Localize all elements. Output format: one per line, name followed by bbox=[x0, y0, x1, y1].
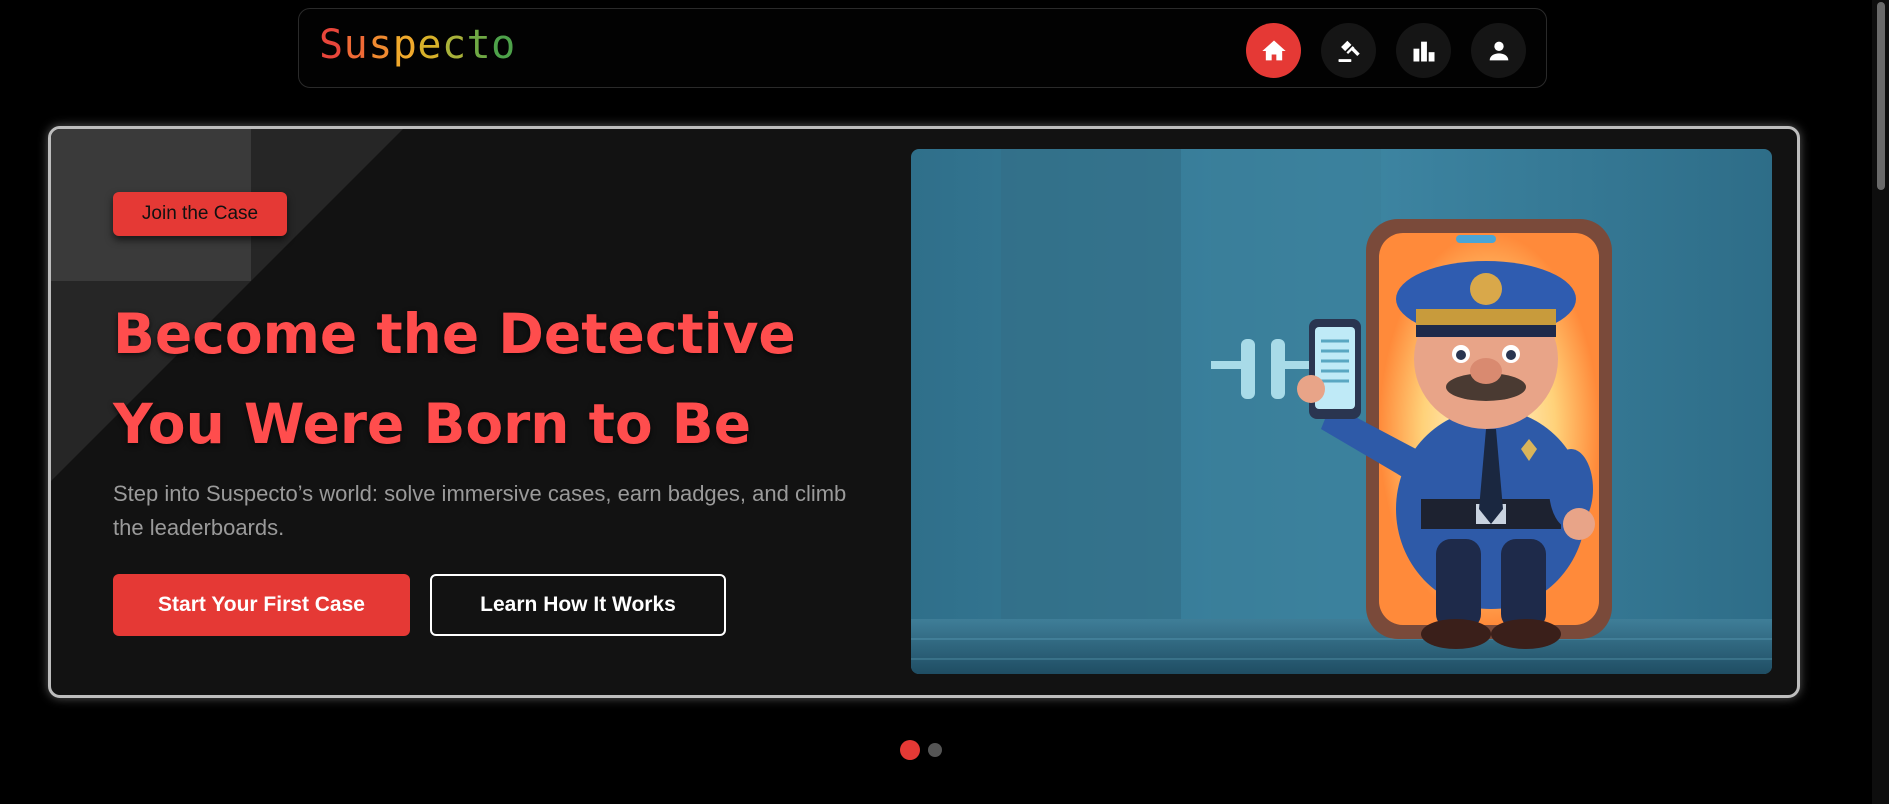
carousel-dot-2[interactable] bbox=[928, 743, 942, 757]
page: Suspecto Join the Case Become the Detect… bbox=[0, 0, 1889, 804]
user-icon bbox=[1489, 41, 1508, 60]
nav-leaderboard-button[interactable] bbox=[1396, 23, 1451, 78]
bar-chart-icon bbox=[1413, 41, 1434, 61]
headline-line-1: Become the Detective bbox=[113, 302, 796, 366]
hero-subtitle: Step into Suspecto’s world: solve immers… bbox=[113, 481, 847, 540]
suspecto-logo[interactable]: Suspecto bbox=[319, 25, 516, 65]
hero-card: Join the Case Become the Detective You W… bbox=[48, 126, 1800, 698]
logo-letter: p bbox=[392, 22, 418, 68]
hero-cta-group: Start Your First Case Learn How It Works bbox=[113, 574, 726, 636]
nav-profile-button[interactable] bbox=[1471, 23, 1526, 78]
nav-home-button[interactable] bbox=[1246, 23, 1301, 78]
carousel-indicators bbox=[900, 740, 942, 760]
page-scrollbar[interactable] bbox=[1872, 0, 1889, 804]
logo-letter: s bbox=[368, 22, 393, 68]
join-the-case-button[interactable]: Join the Case bbox=[113, 192, 287, 236]
carousel-dot-1[interactable] bbox=[900, 740, 920, 760]
gavel-icon bbox=[1338, 40, 1360, 62]
learn-how-it-works-button[interactable]: Learn How It Works bbox=[430, 574, 726, 636]
hero-headline: Become the Detective You Were Born to Be bbox=[113, 289, 796, 469]
start-first-case-button[interactable]: Start Your First Case bbox=[113, 574, 410, 636]
headline-line-2: You Were Born to Be bbox=[113, 392, 752, 456]
logo-letter: u bbox=[343, 22, 369, 68]
police-officer-illustration bbox=[911, 149, 1772, 674]
logo-letter: t bbox=[466, 22, 492, 68]
top-navbar: Suspecto bbox=[298, 8, 1547, 88]
logo-letter: c bbox=[441, 22, 467, 68]
scrollbar-thumb[interactable] bbox=[1877, 2, 1885, 190]
logo-letter: S bbox=[319, 22, 344, 68]
logo-letter: o bbox=[491, 22, 516, 68]
nav-cases-button[interactable] bbox=[1321, 23, 1376, 78]
hero-illustration bbox=[911, 149, 1772, 674]
logo-letter: e bbox=[417, 22, 442, 68]
home-icon bbox=[1261, 40, 1286, 60]
nav-icon-group bbox=[1246, 23, 1526, 78]
